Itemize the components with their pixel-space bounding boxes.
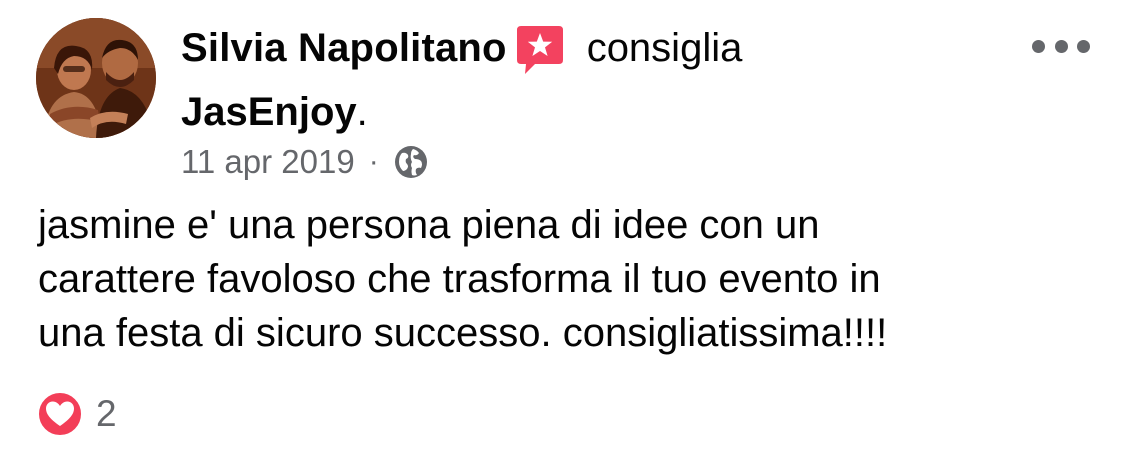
author-avatar[interactable] (36, 18, 156, 138)
review-text: jasmine e' una persona piena di idee con… (38, 198, 1098, 360)
recommended-page: JasEnjoy. (181, 84, 368, 140)
recommendation-star-icon (515, 24, 565, 76)
love-reaction-icon (36, 390, 84, 438)
review-line: una festa di sicuro successo. consigliat… (38, 311, 888, 355)
header-period: . (356, 89, 368, 134)
review-post: Silvia Napolitano consiglia JasEnjoy. 11… (0, 0, 1125, 473)
reaction-count: 2 (96, 393, 117, 434)
meta-separator: · (368, 145, 379, 178)
reactions-summary[interactable]: 2 (36, 389, 117, 439)
page-name-link[interactable]: JasEnjoy (181, 90, 357, 135)
more-dot (1077, 39, 1090, 53)
more-dot (1054, 39, 1068, 53)
more-options-icon[interactable] (1032, 28, 1090, 64)
post-meta: 11 apr 2019 · (181, 140, 429, 184)
post-date[interactable]: 11 apr 2019 (181, 143, 355, 181)
globe-icon[interactable] (393, 144, 429, 180)
post-header: Silvia Napolitano consiglia (181, 20, 742, 76)
more-dot (1032, 39, 1045, 53)
review-line: carattere favoloso che trasforma il tuo … (38, 257, 881, 301)
review-line: jasmine e' una persona piena di idee con… (38, 203, 820, 247)
author-name[interactable]: Silvia Napolitano (181, 26, 507, 71)
recommends-verb: consiglia (586, 25, 743, 70)
profile-photo (36, 18, 156, 138)
